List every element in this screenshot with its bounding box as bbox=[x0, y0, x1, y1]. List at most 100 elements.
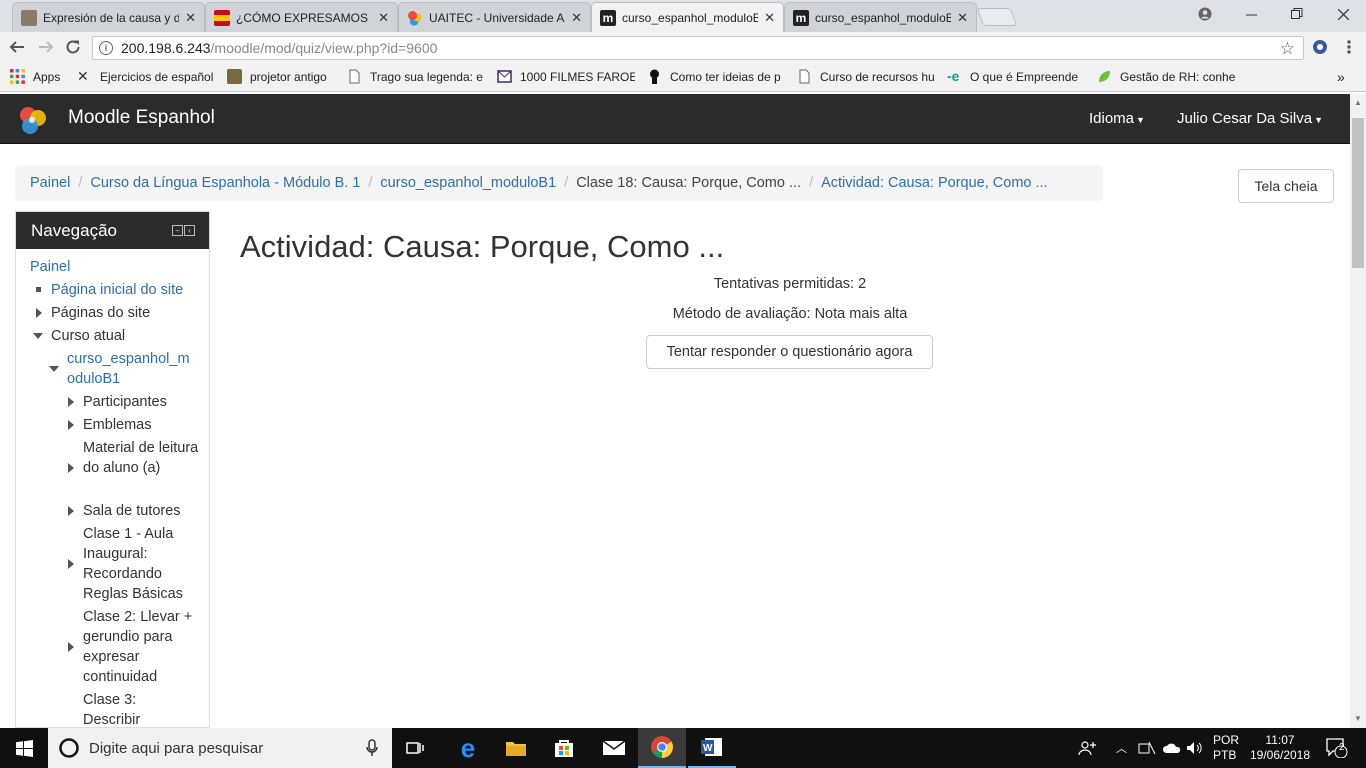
minimize-icon[interactable] bbox=[1228, 0, 1274, 28]
store-icon[interactable] bbox=[540, 728, 588, 768]
url-input[interactable]: i 200.198.6.243/moodle/mod/quiz/view.php… bbox=[92, 36, 1304, 60]
nav-item-site-pages[interactable]: Páginas do site bbox=[51, 303, 150, 323]
more-bookmarks-icon[interactable]: » bbox=[1337, 69, 1345, 85]
bookmark-ideias[interactable]: Como ter ideias de p bbox=[647, 69, 787, 84]
windows-start-icon[interactable] bbox=[0, 728, 48, 768]
extension-icon[interactable] bbox=[1309, 36, 1331, 58]
chrome-taskbar-icon[interactable] bbox=[638, 728, 686, 768]
expand-arrow-icon[interactable] bbox=[68, 463, 74, 473]
expand-arrow-icon[interactable] bbox=[36, 308, 42, 318]
input-language-indicator[interactable]: POR PTB bbox=[1213, 728, 1239, 768]
reload-icon[interactable] bbox=[62, 36, 84, 58]
show-hidden-icons-icon[interactable]: ︿ bbox=[1116, 728, 1127, 768]
nav-item-label: curso_espanhol_moduloB1 bbox=[67, 351, 190, 387]
nav-item-tutors-room[interactable]: Sala de tutores bbox=[83, 501, 181, 521]
people-icon[interactable] bbox=[1078, 728, 1096, 768]
close-tab-icon[interactable]: ✕ bbox=[571, 10, 582, 26]
tab-label: ¿CÓMO EXPRESAMOS LA bbox=[236, 10, 373, 25]
nav-item-participants[interactable]: Participantes bbox=[83, 392, 167, 412]
nav-item-painel[interactable]: Painel bbox=[30, 257, 70, 277]
bookmark-gestao[interactable]: Gestão de RH: conhe bbox=[1097, 69, 1237, 84]
scroll-up-icon[interactable]: ▲ bbox=[1354, 98, 1362, 107]
browser-tab-5[interactable]: m curso_espanhol_moduloB ✕ bbox=[784, 2, 977, 32]
close-tab-icon[interactable]: ✕ bbox=[764, 10, 775, 26]
network-icon[interactable] bbox=[1138, 728, 1156, 768]
bookmark-empreende[interactable]: -e O que é Empreende bbox=[947, 69, 1085, 84]
attempt-quiz-button[interactable]: Tentar responder o questionário agora bbox=[646, 335, 933, 369]
bookmark-apps[interactable]: Apps bbox=[10, 69, 60, 84]
close-window-icon[interactable] bbox=[1320, 0, 1366, 28]
back-arrow-icon[interactable] bbox=[6, 36, 28, 58]
action-center-icon[interactable]: 2 bbox=[1322, 728, 1352, 768]
collapse-arrow-icon[interactable] bbox=[33, 333, 43, 339]
nav-item-label: Páginas do site bbox=[51, 305, 151, 321]
keyboard-layout: PTB bbox=[1213, 748, 1237, 762]
nav-item-class-1[interactable]: Clase 1 - Aula Inaugural: Recordando Reg… bbox=[83, 524, 195, 604]
file-explorer-icon[interactable] bbox=[492, 728, 540, 768]
nav-item-site-home[interactable]: Página inicial do site bbox=[51, 280, 183, 300]
scroll-down-icon[interactable]: ▼ bbox=[1354, 714, 1362, 723]
expand-arrow-icon[interactable] bbox=[68, 559, 74, 569]
expand-arrow-icon[interactable] bbox=[68, 642, 74, 652]
fullscreen-button[interactable]: Tela cheia bbox=[1238, 169, 1334, 203]
profile-icon[interactable] bbox=[1182, 0, 1228, 28]
scroll-thumb[interactable] bbox=[1352, 118, 1364, 268]
clock[interactable]: 11:07 19/06/2018 bbox=[1250, 728, 1310, 768]
breadcrumb-activity[interactable]: Actividad: Causa: Porque, Como ... bbox=[821, 175, 1047, 191]
volume-icon[interactable] bbox=[1186, 728, 1204, 768]
bookmark-projetor[interactable]: projetor antigo bbox=[227, 69, 339, 84]
close-tab-icon[interactable]: ✕ bbox=[957, 10, 968, 26]
mail-icon bbox=[497, 70, 512, 83]
nav-item-label: Clase 1 - Aula Inaugural: Recordando Reg… bbox=[83, 526, 183, 602]
expand-arrow-icon[interactable] bbox=[68, 397, 74, 407]
browser-tab-4[interactable]: m curso_espanhol_moduloB ✕ bbox=[591, 2, 784, 33]
restore-icon[interactable] bbox=[1274, 0, 1320, 28]
new-tab-button[interactable] bbox=[976, 8, 1018, 26]
leaf-icon bbox=[1099, 71, 1110, 82]
microphone-icon[interactable] bbox=[366, 739, 378, 757]
user-menu[interactable]: Julio Cesar Da Silva ▼ bbox=[1177, 110, 1323, 127]
bookmark-star-icon[interactable]: ☆ bbox=[1280, 39, 1295, 59]
bookmark-recursos[interactable]: Curso de recursos hu bbox=[797, 69, 937, 84]
breadcrumb-painel[interactable]: Painel bbox=[30, 175, 70, 191]
browser-tab-2[interactable]: ¿CÓMO EXPRESAMOS LA ✕ bbox=[205, 2, 398, 32]
collapse-block-icon[interactable]: − bbox=[172, 225, 183, 236]
edge-browser-icon[interactable]: e bbox=[444, 728, 492, 768]
close-tab-icon[interactable]: ✕ bbox=[378, 10, 389, 26]
task-view-icon[interactable] bbox=[392, 728, 440, 768]
mail-app-icon[interactable] bbox=[590, 728, 638, 768]
dock-block-icon[interactable]: ‹ bbox=[184, 225, 195, 236]
taskbar-search-input[interactable]: Digite aqui para pesquisar bbox=[48, 728, 392, 768]
expand-arrow-icon[interactable] bbox=[68, 506, 74, 516]
nav-item-class-3[interactable]: Clase 3: Describir bbox=[83, 690, 153, 727]
site-brand[interactable]: Moodle Espanhol bbox=[68, 107, 215, 129]
bookmark-ejercicios[interactable]: ✕ Ejercicios de español bbox=[77, 69, 219, 84]
forward-arrow-icon[interactable] bbox=[35, 36, 57, 58]
nav-item-current-course[interactable]: Curso atual bbox=[51, 326, 125, 346]
page-scrollbar[interactable]: ▲ ▼ bbox=[1350, 94, 1366, 728]
nav-item-course[interactable]: curso_espanhol_moduloB1 bbox=[67, 349, 197, 389]
user-menu-label: Julio Cesar Da Silva bbox=[1177, 110, 1313, 127]
bookmark-label: Apps bbox=[33, 69, 61, 84]
nav-item-class-2[interactable]: Clase 2: Llevar + gerundio para expresar… bbox=[83, 607, 199, 687]
collapse-arrow-icon[interactable] bbox=[49, 366, 59, 372]
browser-tab-1[interactable]: Expresión de la causa y d ✕ bbox=[12, 2, 205, 32]
breadcrumb-course[interactable]: Curso da Língua Espanhola - Módulo B. 1 bbox=[90, 175, 360, 191]
expand-arrow-icon[interactable] bbox=[68, 420, 74, 430]
moodle-logo-icon[interactable] bbox=[16, 104, 50, 136]
browser-tab-3[interactable]: UAITEC - Universidade AI ✕ bbox=[398, 2, 591, 32]
nav-item-badges[interactable]: Emblemas bbox=[83, 415, 152, 435]
chrome-menu-icon[interactable] bbox=[1338, 36, 1360, 58]
word-taskbar-icon[interactable]: W bbox=[688, 728, 736, 768]
onedrive-cloud-icon[interactable] bbox=[1162, 728, 1182, 768]
nav-item-reading-material[interactable]: Material de leitura do aluno (a) bbox=[83, 438, 199, 478]
info-icon[interactable]: i bbox=[99, 41, 113, 55]
bookmark-filmes[interactable]: 1000 FILMES FAROES bbox=[497, 69, 635, 84]
close-tab-icon[interactable]: ✕ bbox=[185, 10, 196, 26]
bookmark-trago[interactable]: Trago sua legenda: e bbox=[347, 69, 485, 84]
attempts-allowed: Tentativas permitidas: 2 bbox=[713, 276, 867, 292]
breadcrumb-separator: / bbox=[564, 175, 569, 191]
breadcrumb-course-short[interactable]: curso_espanhol_moduloB1 bbox=[380, 175, 556, 191]
notification-count: 2 bbox=[1339, 742, 1345, 753]
language-menu[interactable]: Idioma ▼ bbox=[1089, 110, 1145, 127]
